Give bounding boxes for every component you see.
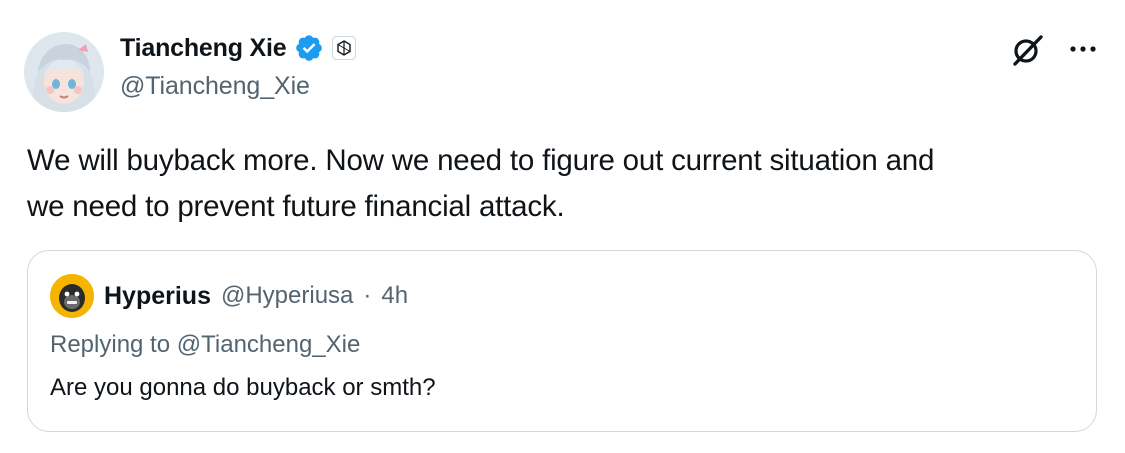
affiliate-badge-icon[interactable] <box>332 36 357 60</box>
quoted-tweet[interactable]: Hyperius @Hyperiusa · 4h Replying to @Ti… <box>27 250 1097 432</box>
author-handle[interactable]: @Tiancheng_Xie <box>120 72 310 101</box>
quoted-timestamp[interactable]: 4h <box>381 282 408 310</box>
author-name-row: Tiancheng Xie <box>120 32 357 64</box>
author-display-name[interactable]: Tiancheng Xie <box>120 34 287 63</box>
quoted-display-name[interactable]: Hyperius <box>104 282 211 311</box>
tweet-text: We will buyback more. Now we need to fig… <box>27 144 935 223</box>
quoted-tweet-header: Hyperius @Hyperiusa · 4h <box>50 273 408 319</box>
quoted-author-avatar[interactable] <box>50 274 94 318</box>
more-options-icon[interactable] <box>1066 35 1100 63</box>
replying-to-label: Replying to <box>50 331 171 358</box>
replying-to-line: Replying to @Tiancheng_Xie <box>50 331 360 359</box>
replying-to-handle[interactable]: @Tiancheng_Xie <box>177 331 361 358</box>
verified-badge-icon <box>294 33 324 63</box>
grok-icon[interactable] <box>1010 33 1044 67</box>
author-avatar[interactable] <box>24 32 104 112</box>
meta-separator: · <box>363 282 372 309</box>
tweet-card: Tiancheng Xie @Tiancheng_Xie We will buy… <box>0 0 1125 453</box>
quoted-tweet-text: Are you gonna do buyback or smth? <box>50 374 436 401</box>
quoted-handle[interactable]: @Hyperiusa <box>221 282 353 310</box>
